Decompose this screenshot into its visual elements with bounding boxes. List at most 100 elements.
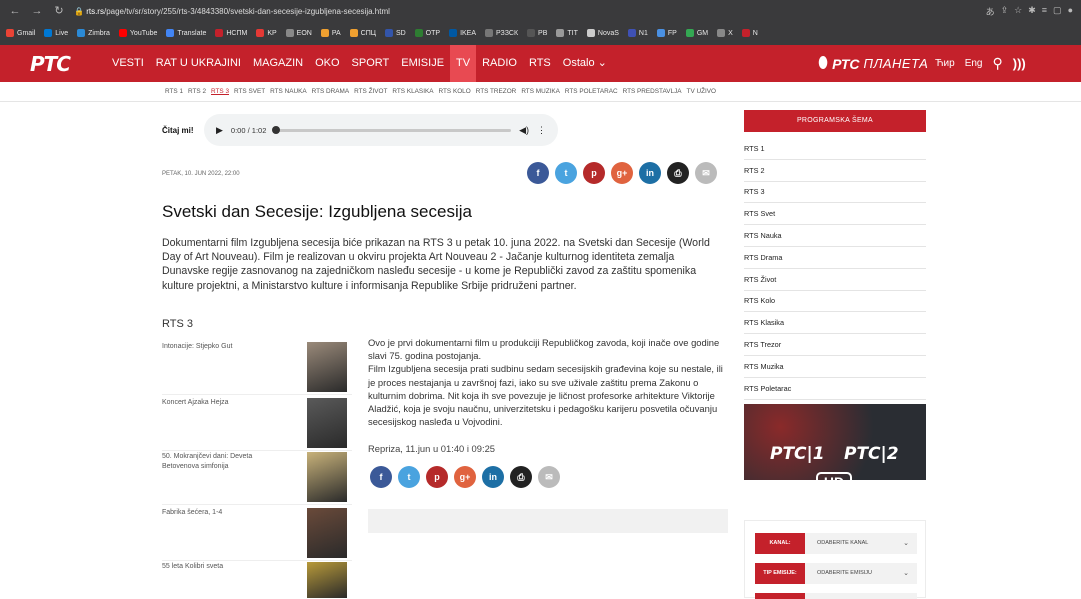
subnav-item[interactable]: RTS 3 (211, 88, 229, 95)
linkedin-icon[interactable]: in (482, 466, 504, 488)
bookmark-item[interactable]: IKEA (449, 29, 476, 37)
related-thumbnail[interactable] (307, 452, 347, 502)
nav-item[interactable]: Ostalo ⌄ (557, 45, 613, 82)
related-title[interactable]: Intonacije: Stjepko Gut (162, 342, 282, 352)
subnav-item[interactable]: RTS POLETARAC (565, 88, 618, 95)
forward-icon[interactable]: → (30, 4, 44, 18)
schedule-button[interactable]: PROGRAMSKA ŠEMA (744, 110, 926, 132)
bookmark-item[interactable]: TIT (556, 29, 578, 37)
nav-item[interactable]: VESTI (106, 45, 150, 82)
subnav-item[interactable]: RTS KOLO (439, 88, 471, 95)
search-icon[interactable]: ⚲ (992, 55, 1002, 72)
bookmark-item[interactable]: OTP (414, 29, 440, 37)
nav-item[interactable]: MAGAZIN (247, 45, 309, 82)
rss-icon[interactable]: ))) (1013, 56, 1026, 71)
nav-item[interactable]: SPORT (346, 45, 396, 82)
lang-english[interactable]: Eng (965, 58, 983, 69)
bookmark-item[interactable]: РЗЗСК (485, 29, 518, 37)
play-icon[interactable]: ▶ (216, 125, 223, 136)
subnav-item[interactable]: RTS ŽIVOT (354, 88, 387, 95)
bookmark-item[interactable]: Gmail (6, 29, 35, 37)
facebook-icon[interactable]: f (370, 466, 392, 488)
back-icon[interactable]: ← (8, 4, 22, 18)
sidebar-channel-item[interactable]: RTS 2 (744, 160, 926, 182)
lang-cyrillic[interactable]: Ћир (935, 58, 955, 69)
bookmark-item[interactable]: SD (384, 29, 406, 37)
google-plus-icon[interactable]: g+ (454, 466, 476, 488)
pinterest-icon[interactable]: p (426, 466, 448, 488)
more-options-icon[interactable]: ⋮ (537, 125, 546, 136)
bookmark-item[interactable]: GM (685, 29, 708, 37)
bookmark-item[interactable]: Translate (166, 29, 206, 37)
linkedin-icon[interactable]: in (639, 162, 661, 184)
related-thumbnail[interactable] (307, 398, 347, 448)
bookmark-item[interactable]: KP (256, 29, 277, 37)
sidebar-channel-item[interactable]: RTS Kolo (744, 291, 926, 313)
bookmark-item[interactable]: X (717, 29, 733, 37)
bookmark-item[interactable]: СПЦ (349, 29, 376, 37)
subnav-item[interactable]: RTS 1 (165, 88, 183, 95)
email-icon[interactable]: ✉ (538, 466, 560, 488)
comment-box[interactable] (368, 509, 728, 533)
translate-icon[interactable]: あ (986, 5, 995, 18)
nav-item[interactable]: EMISIJE (395, 45, 450, 82)
audio-player[interactable]: ▶ 0:00 / 1:02 ◀) ⋮ (204, 114, 558, 146)
twitter-icon[interactable]: t (398, 466, 420, 488)
subnav-item[interactable]: RTS PREDSTAVLJA (623, 88, 682, 95)
related-thumbnail[interactable] (307, 342, 347, 392)
sidebar-channel-item[interactable]: RTS Svet (744, 203, 926, 226)
sidebar-channel-item[interactable]: RTS Nauka (744, 225, 926, 247)
planeta-link[interactable]: ⬮ РТС ПЛАНЕТА (818, 45, 928, 82)
filter-select[interactable] (755, 593, 917, 599)
reload-icon[interactable]: ↻ (52, 4, 66, 18)
extension-icon[interactable]: ✱ (1028, 5, 1036, 18)
google-plus-icon[interactable]: g+ (611, 162, 633, 184)
sidebar-channel-item[interactable]: RTS Muzika (744, 356, 926, 378)
related-title[interactable]: 55 leta Kolibri sveta (162, 562, 282, 572)
related-thumbnail[interactable] (307, 508, 347, 558)
bookmark-item[interactable]: НСПМ (215, 29, 247, 37)
bookmark-item[interactable]: FP (656, 29, 677, 37)
bookmark-item[interactable]: PA (320, 29, 341, 37)
subnav-item[interactable]: RTS DRAMA (312, 88, 350, 95)
share-icon[interactable]: ⇪ (1001, 5, 1009, 18)
filter-select[interactable]: TIP EMISIJE: ODABERITE EMISIJU ⌄ (755, 563, 917, 584)
related-title[interactable]: 50. Mokranjčevi dani: Deveta Betovenova … (162, 452, 282, 472)
address-bar[interactable]: 🔒 rts.rs/page/tv/sr/story/255/rts-3/4843… (74, 7, 978, 16)
bookmark-item[interactable]: Live (44, 29, 68, 37)
email-icon[interactable]: ✉ (695, 162, 717, 184)
subnav-item[interactable]: RTS NAUKA (270, 88, 306, 95)
audio-progress[interactable] (272, 125, 512, 134)
subnav-item[interactable]: RTS 2 (188, 88, 206, 95)
profile-avatar[interactable]: ● (1068, 5, 1073, 18)
sidebar-channel-item[interactable]: RTS 1 (744, 138, 926, 160)
nav-item[interactable]: TV (450, 45, 477, 82)
sidebar-channel-item[interactable]: RTS Život (744, 269, 926, 291)
progress-knob[interactable] (272, 125, 281, 134)
sidebar-icon[interactable]: ▢ (1053, 5, 1062, 18)
subnav-item[interactable]: RTS MUZIKA (521, 88, 560, 95)
print-icon[interactable]: ⎙ (510, 466, 532, 488)
subnav-item[interactable]: RTS TREZOR (476, 88, 517, 95)
bookmark-item[interactable]: EON (285, 29, 312, 37)
sidebar-channel-item[interactable]: RTS Poletarac (744, 378, 926, 400)
nav-item[interactable]: OKO (309, 45, 345, 82)
bookmark-item[interactable]: YouTube (118, 29, 157, 37)
related-thumbnail[interactable] (307, 562, 347, 598)
filter-select[interactable]: KANAL: ODABERITE KANAL ⌄ (755, 533, 917, 554)
nav-item[interactable]: RADIO (476, 45, 523, 82)
sidebar-channel-item[interactable]: RTS 3 (744, 182, 926, 204)
reading-list-icon[interactable]: ≡ (1042, 5, 1047, 18)
bookmark-item[interactable]: Zimbra (77, 29, 110, 37)
volume-icon[interactable]: ◀) (519, 125, 529, 136)
bookmark-item[interactable]: NovaS (586, 29, 619, 37)
rts-logo[interactable]: РТС (0, 52, 72, 76)
pinterest-icon[interactable]: p (583, 162, 605, 184)
subnav-item[interactable]: RTS SVET (234, 88, 265, 95)
related-title[interactable]: Koncert Ajzaka Hejza (162, 398, 282, 408)
related-title[interactable]: Fabrika šećera, 1-4 (162, 508, 282, 518)
bookmark-item[interactable]: PB (527, 29, 547, 37)
sidebar-channel-item[interactable]: RTS Drama (744, 247, 926, 269)
twitter-icon[interactable]: t (555, 162, 577, 184)
sidebar-channel-item[interactable]: RTS Trezor (744, 334, 926, 356)
